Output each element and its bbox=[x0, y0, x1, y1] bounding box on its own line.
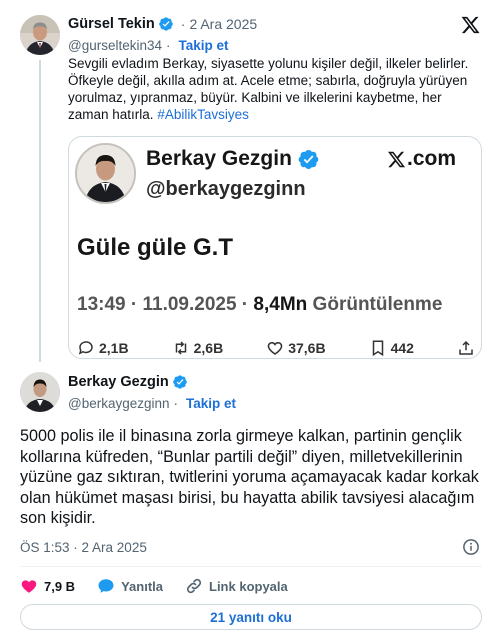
divider bbox=[20, 566, 482, 567]
hashtag-link[interactable]: #AbilikTavsiyes bbox=[157, 107, 249, 122]
author-handle[interactable]: @gurseltekin34 bbox=[68, 38, 162, 53]
embed-actions: 2,1B 2,6B 37,6B 442 bbox=[77, 339, 475, 357]
tweet-timestamp[interactable]: ÖS 1:53 · 2 Ara 2025 bbox=[20, 540, 147, 555]
reply-icon bbox=[78, 341, 93, 355]
author-name[interactable]: Berkay Gezgin bbox=[68, 374, 169, 390]
separator-dot: · bbox=[173, 395, 179, 411]
embed-site-label: .com bbox=[387, 147, 456, 171]
author-name[interactable]: Gürsel Tekin bbox=[68, 16, 155, 32]
separator-dot: · bbox=[180, 16, 186, 32]
embed-author-name: Berkay Gezgin bbox=[146, 147, 320, 171]
embed-likes: 37,6B bbox=[266, 339, 326, 357]
reply-button[interactable]: Yanıtla bbox=[97, 577, 163, 595]
share-icon bbox=[459, 340, 473, 355]
verified-badge-icon bbox=[172, 375, 187, 389]
embed-replies: 2,1B bbox=[77, 339, 129, 357]
quoted-tweet-text: Sevgili evladım Berkay, siyasette yolunu… bbox=[68, 55, 483, 123]
x-logo-icon bbox=[387, 151, 406, 167]
embed-avatar bbox=[75, 143, 136, 204]
embed-tweet-body: Güle güle G.T bbox=[77, 234, 234, 261]
read-replies-button[interactable]: 21 yanıtı oku bbox=[20, 604, 482, 630]
like-button[interactable]: 7,9 B bbox=[20, 577, 75, 595]
main-tweet-header: Berkay Gezgin bbox=[68, 373, 191, 391]
heart-icon bbox=[267, 341, 283, 355]
repost-icon bbox=[175, 341, 186, 355]
embed-bookmarks: 442 bbox=[369, 339, 414, 357]
tweet-date[interactable]: 2 Ara 2025 bbox=[189, 16, 257, 32]
separator-dot: · bbox=[166, 37, 171, 53]
x-logo-icon[interactable] bbox=[460, 15, 481, 35]
avatar[interactable] bbox=[20, 15, 60, 55]
tweet-embed-card: Gürsel Tekin · 2 Ara 2025 @gurseltekin34… bbox=[0, 0, 498, 632]
info-icon[interactable] bbox=[462, 538, 480, 556]
heart-icon bbox=[21, 580, 37, 593]
embed-timestamp: 13:49 · 11.09.2025 · bbox=[77, 294, 254, 315]
copy-link-label: Link kopyala bbox=[209, 578, 288, 594]
tweet-actions: 7,9 B Yanıtla Link kopyala bbox=[20, 576, 310, 596]
quoted-tweet-handle-row: @gurseltekin34 · Takip et bbox=[68, 36, 229, 54]
embed-meta: 13:49 · 11.09.2025 · 8,4Mn Görüntülenme bbox=[77, 294, 442, 316]
embed-views-label: Görüntülenme bbox=[307, 294, 443, 315]
embed-views: 8,4Mn bbox=[253, 294, 308, 315]
tweet-body: Sevgili evladım Berkay, siyasette yolunu… bbox=[68, 56, 469, 122]
embed-reposts: 2,6B bbox=[172, 339, 223, 357]
reply-icon bbox=[98, 579, 114, 593]
copy-link-button[interactable]: Link kopyala bbox=[185, 577, 288, 595]
follow-button[interactable]: Takip et bbox=[186, 396, 236, 411]
bookmark-icon bbox=[372, 340, 383, 357]
quoted-tweet-header: Gürsel Tekin · 2 Ara 2025 bbox=[68, 15, 257, 33]
embed-author-handle: @berkaygezginn bbox=[146, 178, 306, 200]
like-count: 7,9 B bbox=[44, 578, 76, 594]
avatar[interactable] bbox=[20, 372, 60, 412]
tweet-screenshot-image[interactable]: Berkay Gezgin @berkaygezginn .com Güle g… bbox=[68, 136, 482, 359]
follow-button[interactable]: Takip et bbox=[179, 38, 229, 53]
thread-connector-line bbox=[39, 60, 41, 362]
author-handle[interactable]: @berkaygezginn bbox=[68, 396, 170, 411]
main-tweet-text: 5000 polis ile il binasına zorla girmeye… bbox=[20, 427, 479, 527]
embed-share bbox=[457, 339, 475, 357]
verified-badge-icon bbox=[298, 149, 319, 169]
verified-badge-icon bbox=[158, 17, 173, 31]
reply-label: Yanıtla bbox=[121, 578, 163, 594]
link-icon bbox=[186, 578, 202, 594]
main-tweet-handle-row: @berkaygezginn · Takip et bbox=[68, 394, 236, 412]
